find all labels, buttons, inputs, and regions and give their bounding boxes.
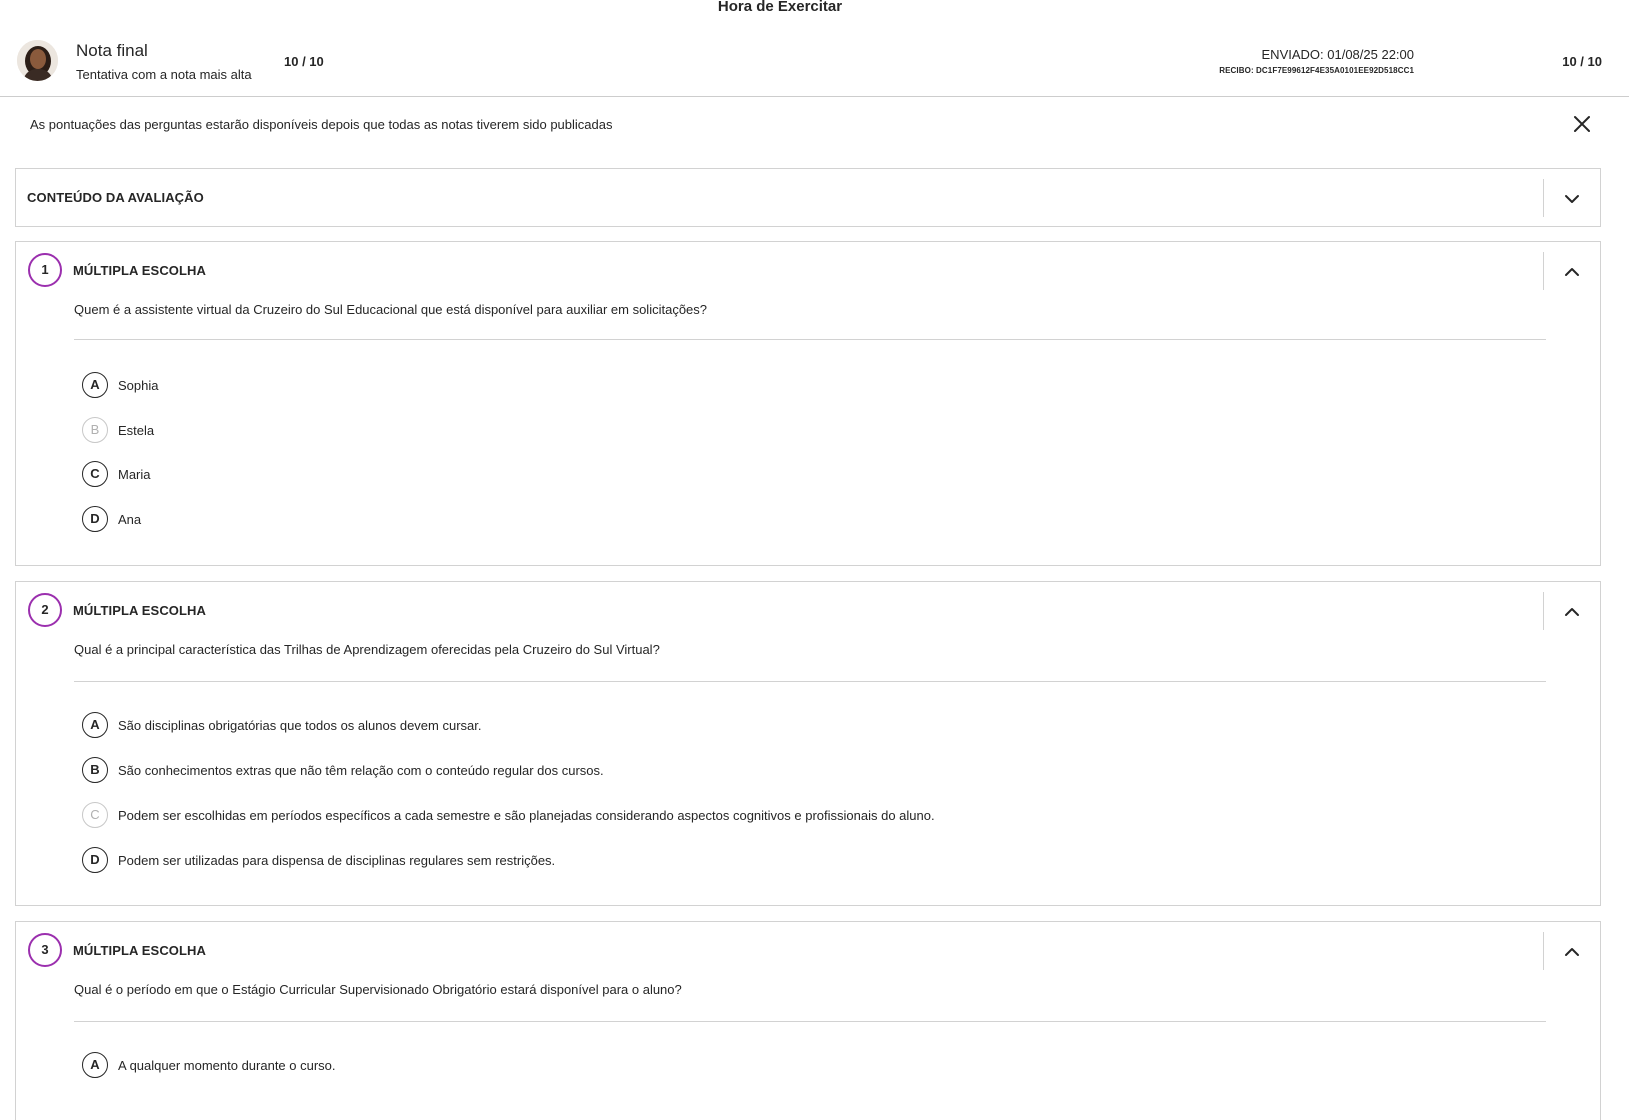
attempt-score: 10 / 10 [1562, 54, 1602, 69]
divider [74, 339, 1546, 340]
grade-header: Nota final Tentativa com a nota mais alt… [0, 30, 1629, 97]
option-text: Maria [118, 466, 151, 482]
question-card-3: 3 MÚLTIPLA ESCOLHA Qual é o período em q… [15, 921, 1601, 1120]
question-text: Qual é o período em que o Estágio Curric… [74, 982, 682, 997]
option-letter: C [82, 802, 108, 828]
answer-option-d[interactable]: D Podem ser utilizadas para dispensa de … [82, 847, 555, 873]
answer-option-c[interactable]: C Podem ser escolhidas em períodos espec… [82, 802, 935, 828]
option-letter: D [82, 847, 108, 873]
question-number: 1 [28, 253, 62, 287]
avatar [17, 40, 58, 81]
option-letter: A [82, 1052, 108, 1078]
option-text: A qualquer momento durante o curso. [118, 1057, 336, 1073]
question-type: MÚLTIPLA ESCOLHA [73, 603, 207, 618]
chevron-up-icon [1565, 268, 1579, 276]
option-text: Podem ser utilizadas para dispensa de di… [118, 852, 556, 868]
answer-option-c[interactable]: C Maria [82, 461, 151, 487]
final-grade-label: Nota final [76, 41, 148, 60]
collapse-question-button[interactable] [1543, 252, 1600, 290]
score-notice: As pontuações das perguntas estarão disp… [30, 117, 613, 132]
option-text: São disciplinas obrigatórias que todos o… [118, 717, 482, 733]
question-card-2: 2 MÚLTIPLA ESCOLHA Qual é a principal ca… [15, 581, 1601, 906]
option-text: São conhecimentos extras que não têm rel… [118, 762, 604, 778]
collapse-question-button[interactable] [1543, 592, 1600, 630]
divider [74, 681, 1546, 682]
option-letter: C [82, 461, 108, 487]
answer-option-b[interactable]: B Estela [82, 417, 154, 443]
question-number: 2 [28, 593, 62, 627]
final-grade-score: 10 / 10 [284, 54, 324, 69]
answer-option-d[interactable]: D Ana [82, 506, 141, 532]
option-text: Sophia [118, 377, 159, 393]
collapse-question-button[interactable] [1543, 932, 1600, 970]
question-type: MÚLTIPLA ESCOLHA [73, 943, 207, 958]
close-icon [1574, 116, 1590, 132]
answer-option-a[interactable]: A São disciplinas obrigatórias que todos… [82, 712, 482, 738]
receipt-id: RECIBO: DC1F7E99612F4E35A0101EE92D518CC1 [1219, 66, 1414, 75]
option-letter: B [82, 417, 108, 443]
question-card-1: 1 MÚLTIPLA ESCOLHA Quem é a assistente v… [15, 241, 1601, 566]
chevron-down-icon [1565, 195, 1579, 203]
assessment-content-title: CONTEÚDO DA AVALIAÇÃO [27, 190, 204, 205]
chevron-up-icon [1565, 948, 1579, 956]
sent-timestamp: ENVIADO: 01/08/25 22:00 [1261, 47, 1414, 62]
option-text: Estela [118, 422, 155, 438]
option-letter: D [82, 506, 108, 532]
expand-content-button[interactable] [1543, 179, 1600, 217]
question-type: MÚLTIPLA ESCOLHA [73, 263, 207, 278]
question-text: Quem é a assistente virtual da Cruzeiro … [74, 302, 708, 317]
close-notice-button[interactable] [1570, 112, 1594, 136]
answer-option-b[interactable]: B São conhecimentos extras que não têm r… [82, 757, 604, 783]
option-letter: B [82, 757, 108, 783]
question-text: Qual é a principal característica das Tr… [74, 642, 660, 657]
chevron-up-icon [1565, 608, 1579, 616]
answer-option-a[interactable]: A A qualquer momento durante o curso. [82, 1052, 336, 1078]
answer-option-a[interactable]: A Sophia [82, 372, 158, 398]
question-number: 3 [28, 933, 62, 967]
option-letter: A [82, 712, 108, 738]
option-text: Ana [118, 511, 142, 527]
option-text: Podem ser escolhidas em períodos específ… [118, 807, 935, 823]
grade-subtitle: Tentativa com a nota mais alta [76, 67, 252, 82]
page-title: Hora de Exercitar [717, 0, 843, 15]
divider [74, 1021, 1546, 1022]
option-letter: A [82, 372, 108, 398]
assessment-content-section: CONTEÚDO DA AVALIAÇÃO [15, 168, 1601, 227]
